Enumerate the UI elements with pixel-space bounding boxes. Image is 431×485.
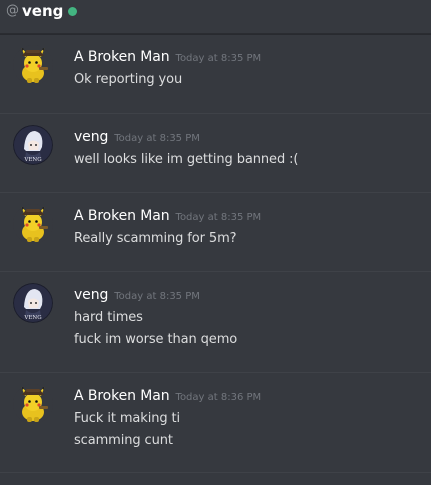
timestamp: Today at 8:35 PM [114,291,200,302]
avatar[interactable] [13,384,53,424]
message-text: fuck im worse than qemo [74,332,238,347]
message-text: hard times [74,310,143,325]
avatar[interactable] [13,45,53,85]
message-header: veng Today at 8:35 PM [74,129,200,145]
message-text: well looks like im getting banned :( [74,152,299,167]
message-text: Ok reporting you [74,72,183,87]
message-list: A Broken Man Today at 8:35 PM Ok reporti… [0,35,431,473]
timestamp: Today at 8:35 PM [175,212,262,223]
message-group: VENG veng Today at 8:35 PM hard times fu… [0,272,431,373]
svg-text:VENG: VENG [23,315,41,321]
online-status-icon [68,7,78,16]
anime-avatar-icon: VENG [13,283,53,323]
timestamp: Today at 8:35 PM [175,53,262,64]
message-header: veng Today at 8:35 PM [74,287,200,303]
message-header: A Broken Man Today at 8:35 PM [74,208,261,224]
at-icon: @ [6,3,19,18]
avatar[interactable] [13,204,53,244]
avatar[interactable]: VENG [13,283,53,323]
avatar[interactable]: VENG [13,125,53,165]
dm-header: @ veng [0,0,431,34]
dm-recipient-name[interactable]: veng [22,1,63,21]
message-group: A Broken Man Today at 8:36 PM Fuck it ma… [0,373,431,473]
username[interactable]: veng [74,287,108,303]
message-header: A Broken Man Today at 8:36 PM [74,388,261,404]
username[interactable]: A Broken Man [74,208,170,224]
pikachu-avatar-icon [13,204,53,244]
timestamp: Today at 8:36 PM [175,392,262,403]
anime-avatar-icon: VENG [13,125,53,165]
message-text: Fuck it making ti [74,411,181,426]
username[interactable]: A Broken Man [74,49,170,65]
message-group: VENG veng Today at 8:35 PM well looks li… [0,114,431,193]
message-text: scamming cunt [74,433,173,448]
timestamp: Today at 8:35 PM [114,133,200,144]
svg-text:VENG: VENG [23,157,41,163]
pikachu-avatar-icon [13,45,53,85]
message-group: A Broken Man Today at 8:35 PM Really sca… [0,193,431,272]
username[interactable]: A Broken Man [74,388,170,404]
message-header: A Broken Man Today at 8:35 PM [74,49,261,65]
message-text: Really scamming for 5m? [74,231,237,246]
username[interactable]: veng [74,129,108,145]
message-group: A Broken Man Today at 8:35 PM Ok reporti… [0,35,431,114]
pikachu-avatar-icon [13,384,53,424]
